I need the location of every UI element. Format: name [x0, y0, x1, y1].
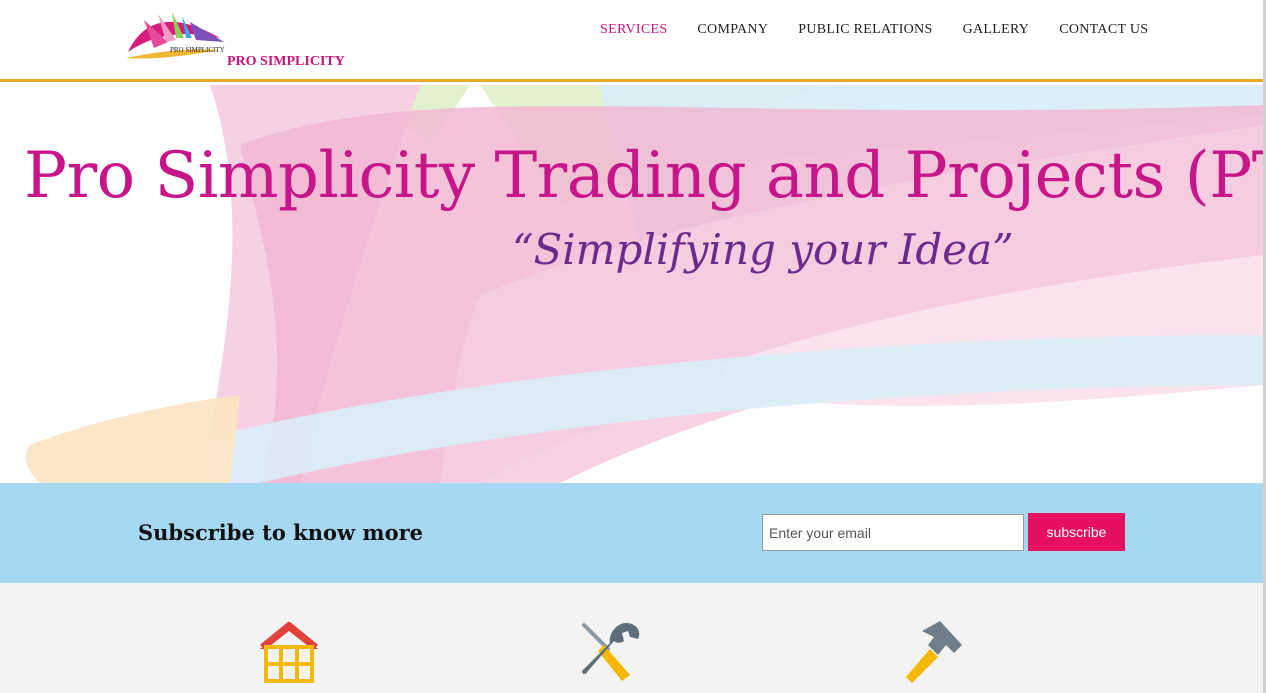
hammer-icon: [906, 621, 962, 683]
hero-banner: Pro Simplicity Trading and Projects (PT …: [0, 85, 1263, 483]
site-logo[interactable]: PRO SIMPLICITY PRO SIMPLICITY: [124, 8, 345, 69]
logo-text: PRO SIMPLICITY: [227, 54, 345, 69]
main-nav: SERVICES COMPANY PUBLIC RELATIONS GALLER…: [600, 22, 1178, 38]
logo-mark-icon: PRO SIMPLICITY: [126, 12, 225, 59]
subscribe-heading: Subscribe to know more: [138, 520, 424, 545]
nav-item-gallery[interactable]: GALLERY: [963, 22, 1030, 38]
nav-item-services[interactable]: SERVICES: [600, 22, 667, 38]
nav-item-company[interactable]: COMPANY: [697, 22, 768, 38]
email-input[interactable]: [762, 514, 1024, 551]
hero-tagline: “Simplifying your Idea”: [512, 225, 1014, 274]
nav-item-contact-us[interactable]: CONTACT US: [1059, 22, 1148, 38]
subscribe-section: Subscribe to know more subscribe: [0, 483, 1263, 583]
nav-item-public-relations[interactable]: PUBLIC RELATIONS: [798, 22, 932, 38]
site-header: PRO SIMPLICITY PRO SIMPLICITY SERVICES C…: [0, 0, 1263, 82]
hero-title: Pro Simplicity Trading and Projects (PT: [24, 139, 1263, 213]
subscribe-button[interactable]: subscribe: [1028, 513, 1125, 551]
tools-icon: [582, 623, 640, 681]
house-icon: [260, 622, 318, 683]
logo-mark-text: PRO SIMPLICITY: [170, 46, 225, 54]
services-section: [0, 583, 1263, 693]
